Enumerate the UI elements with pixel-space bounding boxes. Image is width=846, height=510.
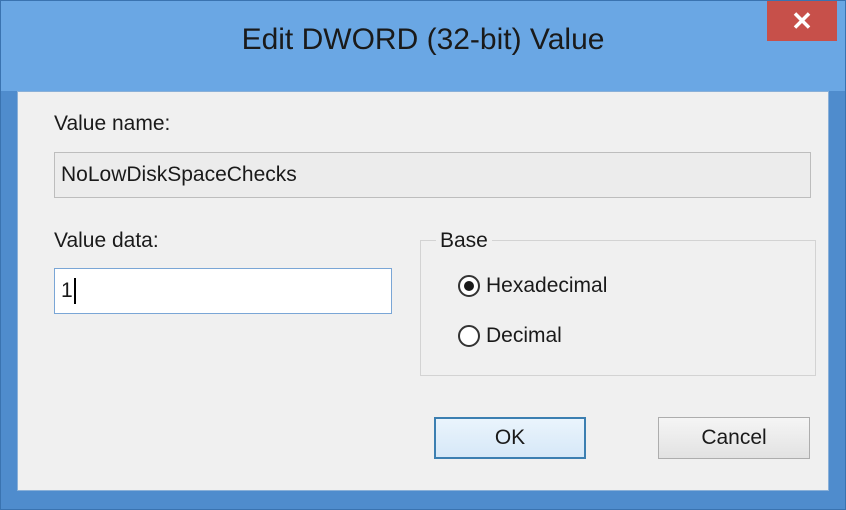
value-name-label: Value name: [54,112,171,135]
value-data-label: Value data: [54,229,159,252]
title-bar[interactable]: Edit DWORD (32-bit) Value [1,1,845,91]
value-data-input[interactable]: 1 [54,268,392,314]
dialog-body: Value name: NoLowDiskSpaceChecks Value d… [17,91,829,491]
radio-unchecked-icon [458,325,480,347]
radio-hexadecimal-label: Hexadecimal [486,274,608,297]
cancel-button[interactable]: Cancel [658,417,810,459]
window-title: Edit DWORD (32-bit) Value [241,23,605,56]
radio-decimal[interactable]: Decimal [458,324,562,348]
radio-decimal-label: Decimal [486,324,562,347]
value-name-field: NoLowDiskSpaceChecks [54,152,811,198]
radio-hexadecimal[interactable]: Hexadecimal [458,274,607,298]
close-icon: ✕ [791,6,813,36]
value-data-text: 1 [61,279,73,302]
ok-button[interactable]: OK [434,417,586,459]
base-legend: Base [436,229,492,253]
dialog-window: Edit DWORD (32-bit) Value ✕ Value name: … [0,0,846,510]
base-groupbox [420,240,816,376]
text-caret [73,278,76,305]
radio-checked-icon [458,275,480,297]
close-button[interactable]: ✕ [767,1,837,41]
